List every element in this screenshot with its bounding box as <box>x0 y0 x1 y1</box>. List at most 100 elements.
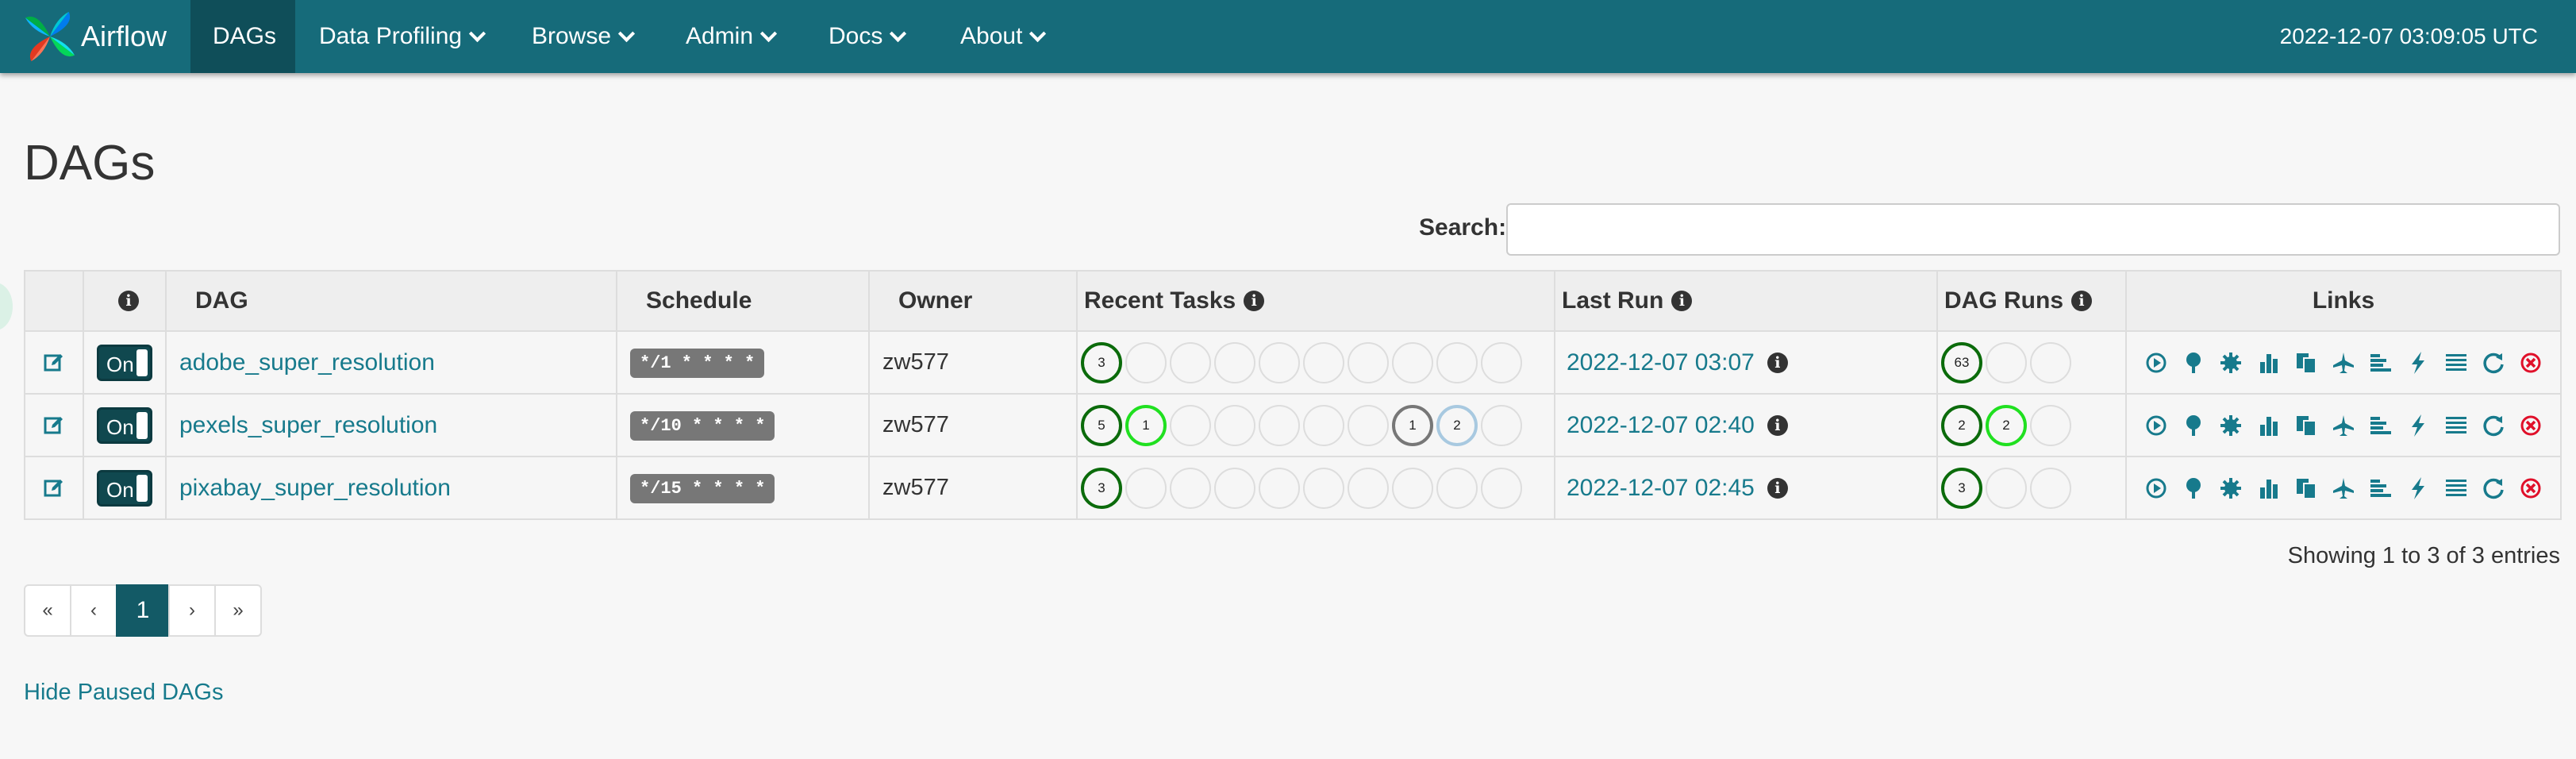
trigger-dag-icon[interactable] <box>2144 351 2168 375</box>
header-owner[interactable]: Owner <box>868 270 1078 332</box>
task-state-circle[interactable] <box>1303 341 1344 383</box>
code-icon[interactable] <box>2406 351 2430 375</box>
duration-chart-icon[interactable] <box>2257 351 2281 375</box>
duration-chart-icon[interactable] <box>2257 414 2281 437</box>
task-state-circle[interactable] <box>1348 404 1389 446</box>
header-last-run[interactable]: Last Run i <box>1554 270 1938 332</box>
refresh-icon[interactable] <box>2482 476 2505 500</box>
tree-view-icon[interactable] <box>2182 414 2205 437</box>
nav-docs[interactable]: Docs <box>806 0 926 73</box>
task-state-circle[interactable]: 2 <box>1436 404 1478 446</box>
tree-view-icon[interactable] <box>2182 476 2205 500</box>
refresh-icon[interactable] <box>2482 414 2505 437</box>
dag-run-state-circle[interactable]: 2 <box>1986 404 2027 446</box>
logs-icon[interactable] <box>2444 351 2468 375</box>
nav-about[interactable]: About <box>938 0 1066 73</box>
task-state-circle[interactable] <box>1214 467 1255 509</box>
task-state-circle[interactable] <box>1481 467 1522 509</box>
task-tries-icon[interactable] <box>2294 351 2318 375</box>
task-state-circle[interactable] <box>1170 467 1211 509</box>
task-state-circle[interactable] <box>1259 467 1300 509</box>
last-run-link[interactable]: 2022-12-07 03:07 <box>1567 349 1755 376</box>
nav-browse[interactable]: Browse <box>509 0 655 73</box>
task-state-circle[interactable] <box>1170 404 1211 446</box>
duration-chart-icon[interactable] <box>2257 476 2281 500</box>
task-state-circle[interactable] <box>1481 404 1522 446</box>
last-run-link[interactable]: 2022-12-07 02:40 <box>1567 412 1755 439</box>
header-dag-runs[interactable]: DAG Runs i <box>1936 270 2127 332</box>
task-state-circle[interactable] <box>1392 467 1433 509</box>
header-schedule[interactable]: Schedule <box>616 270 870 332</box>
dag-pause-toggle[interactable]: On <box>97 469 152 507</box>
task-state-circle[interactable]: 1 <box>1392 404 1433 446</box>
logs-icon[interactable] <box>2444 476 2468 500</box>
next-page-button[interactable]: › <box>168 584 216 637</box>
dag-run-state-circle[interactable]: 63 <box>1941 341 1982 383</box>
dag-run-state-circle[interactable] <box>1986 467 2027 509</box>
graph-view-icon[interactable] <box>2219 476 2243 500</box>
dag-link[interactable]: adobe_super_resolution <box>179 349 435 376</box>
info-icon[interactable]: i <box>1767 352 1788 373</box>
edit-cell[interactable] <box>24 456 84 520</box>
edit-cell[interactable] <box>24 330 84 395</box>
delete-icon[interactable] <box>2519 351 2543 375</box>
header-dag[interactable]: DAG <box>165 270 617 332</box>
dag-pause-toggle[interactable]: On <box>97 344 152 381</box>
dag-run-state-circle[interactable] <box>1986 341 2027 383</box>
task-state-circle[interactable] <box>1481 341 1522 383</box>
graph-view-icon[interactable] <box>2219 351 2243 375</box>
first-page-button[interactable]: « <box>24 584 71 637</box>
info-icon[interactable]: i <box>1767 414 1788 436</box>
task-state-circle[interactable] <box>1214 404 1255 446</box>
graph-view-icon[interactable] <box>2219 414 2243 437</box>
info-icon[interactable]: i <box>1767 477 1788 499</box>
landing-times-icon[interactable] <box>2332 476 2355 500</box>
task-state-circle[interactable] <box>1303 404 1344 446</box>
delete-icon[interactable] <box>2519 414 2543 437</box>
trigger-dag-icon[interactable] <box>2144 476 2168 500</box>
landing-times-icon[interactable] <box>2332 414 2355 437</box>
info-icon[interactable]: i <box>1244 291 1265 311</box>
info-icon[interactable]: i <box>118 291 139 311</box>
task-state-circle[interactable]: 5 <box>1081 404 1122 446</box>
task-tries-icon[interactable] <box>2294 414 2318 437</box>
gantt-icon[interactable] <box>2369 351 2393 375</box>
task-state-circle[interactable] <box>1348 341 1389 383</box>
edit-icon[interactable] <box>37 415 71 436</box>
dag-pause-toggle[interactable]: On <box>97 406 152 444</box>
tree-view-icon[interactable] <box>2182 351 2205 375</box>
dag-run-state-circle[interactable] <box>2030 341 2071 383</box>
current-page-button[interactable]: 1 <box>116 584 170 637</box>
info-icon[interactable]: i <box>2071 291 2092 311</box>
task-state-circle[interactable] <box>1170 341 1211 383</box>
task-state-circle[interactable]: 3 <box>1081 467 1122 509</box>
edit-icon[interactable] <box>37 478 71 499</box>
task-state-circle[interactable] <box>1436 341 1478 383</box>
info-icon[interactable]: i <box>1671 291 1693 311</box>
nav-admin[interactable]: Admin <box>663 0 797 73</box>
gantt-icon[interactable] <box>2369 476 2393 500</box>
task-state-circle[interactable] <box>1303 467 1344 509</box>
task-state-circle[interactable]: 1 <box>1125 404 1167 446</box>
brand-link[interactable]: Airflow <box>21 5 167 68</box>
task-state-circle[interactable] <box>1259 341 1300 383</box>
task-state-circle[interactable] <box>1259 404 1300 446</box>
dag-link[interactable]: pexels_super_resolution <box>179 412 437 438</box>
dag-run-state-circle[interactable] <box>2030 404 2071 446</box>
edit-cell[interactable] <box>24 393 84 457</box>
landing-times-icon[interactable] <box>2332 351 2355 375</box>
task-state-circle[interactable] <box>1348 467 1389 509</box>
delete-icon[interactable] <box>2519 476 2543 500</box>
last-run-link[interactable]: 2022-12-07 02:45 <box>1567 475 1755 502</box>
logs-icon[interactable] <box>2444 414 2468 437</box>
header-recent-tasks[interactable]: Recent Tasks i <box>1076 270 1555 332</box>
nav-dags[interactable]: DAGs <box>190 0 295 73</box>
last-page-button[interactable]: » <box>214 584 262 637</box>
dag-run-state-circle[interactable]: 2 <box>1941 404 1982 446</box>
dag-run-state-circle[interactable] <box>2030 467 2071 509</box>
prev-page-button[interactable]: ‹ <box>70 584 117 637</box>
task-state-circle[interactable] <box>1125 341 1167 383</box>
hide-paused-dags-link[interactable]: Hide Paused DAGs <box>24 680 223 706</box>
refresh-icon[interactable] <box>2482 351 2505 375</box>
task-state-circle[interactable]: 3 <box>1081 341 1122 383</box>
